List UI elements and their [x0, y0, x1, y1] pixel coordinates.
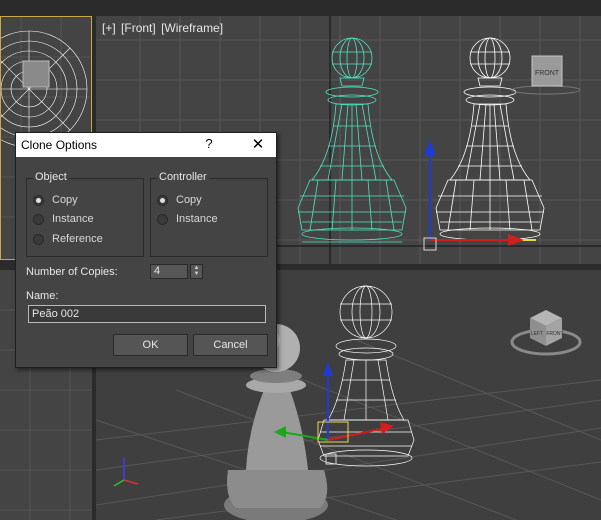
- controller-copy-radio[interactable]: [157, 194, 168, 206]
- front-viewcube-label: FRONT: [535, 70, 560, 77]
- perspective-viewcube-front-label: FRONT: [546, 331, 563, 337]
- spinner-down-icon[interactable]: ▼: [191, 271, 202, 277]
- ok-button[interactable]: OK: [113, 334, 188, 356]
- copies-spinner[interactable]: ▲ ▼: [190, 264, 203, 279]
- name-input[interactable]: Peão 002: [28, 305, 266, 323]
- clone-options-dialog: Clone Options ? ✕ Object Copy Instance R…: [15, 132, 277, 368]
- pawn-clone-wireframe: [435, 37, 545, 241]
- viewport-shading-mode[interactable]: [Wireframe]: [161, 21, 223, 35]
- viewport-menu-plus[interactable]: [+]: [102, 21, 116, 35]
- object-instance-option[interactable]: Instance: [33, 211, 94, 227]
- object-copy-option[interactable]: Copy: [33, 192, 78, 208]
- controller-copy-label: Copy: [176, 194, 202, 206]
- controller-instance-radio[interactable]: [157, 213, 168, 225]
- copies-input[interactable]: 4: [150, 264, 188, 279]
- controller-group: Controller Copy Instance: [150, 171, 268, 257]
- object-copy-radio[interactable]: [33, 194, 44, 206]
- object-group-title: Object: [33, 171, 69, 183]
- object-instance-label: Instance: [52, 213, 94, 225]
- object-instance-radio[interactable]: [33, 213, 44, 225]
- perspective-viewcube-left-label: LEFT: [531, 331, 543, 337]
- close-button[interactable]: ✕: [240, 133, 276, 157]
- object-copy-label: Copy: [52, 194, 78, 206]
- dialog-title-bar[interactable]: Clone Options ? ✕: [16, 133, 276, 157]
- cancel-button[interactable]: Cancel: [193, 334, 268, 356]
- object-group: Object Copy Instance Reference: [26, 171, 144, 257]
- top-viewcube[interactable]: [22, 60, 50, 88]
- move-gizmo-front[interactable]: [423, 140, 524, 251]
- copies-label: Number of Copies:: [26, 266, 118, 278]
- controller-instance-label: Instance: [176, 213, 218, 225]
- controller-copy-option[interactable]: Copy: [157, 192, 202, 208]
- pawn-selected-wireframe: [297, 37, 407, 243]
- viewport-point-of-view[interactable]: [Front]: [121, 21, 156, 35]
- controller-instance-option[interactable]: Instance: [157, 211, 218, 227]
- dialog-title: Clone Options: [21, 138, 98, 152]
- controller-group-title: Controller: [157, 171, 209, 183]
- name-label: Name:: [26, 290, 59, 302]
- object-reference-radio[interactable]: [33, 233, 44, 245]
- front-viewport-label[interactable]: [+] [Front] [Wireframe]: [102, 21, 225, 35]
- pawn-top-wireframe: [1, 30, 88, 148]
- help-button[interactable]: ?: [202, 136, 216, 154]
- object-reference-label: Reference: [52, 233, 103, 245]
- object-reference-option[interactable]: Reference: [33, 231, 103, 247]
